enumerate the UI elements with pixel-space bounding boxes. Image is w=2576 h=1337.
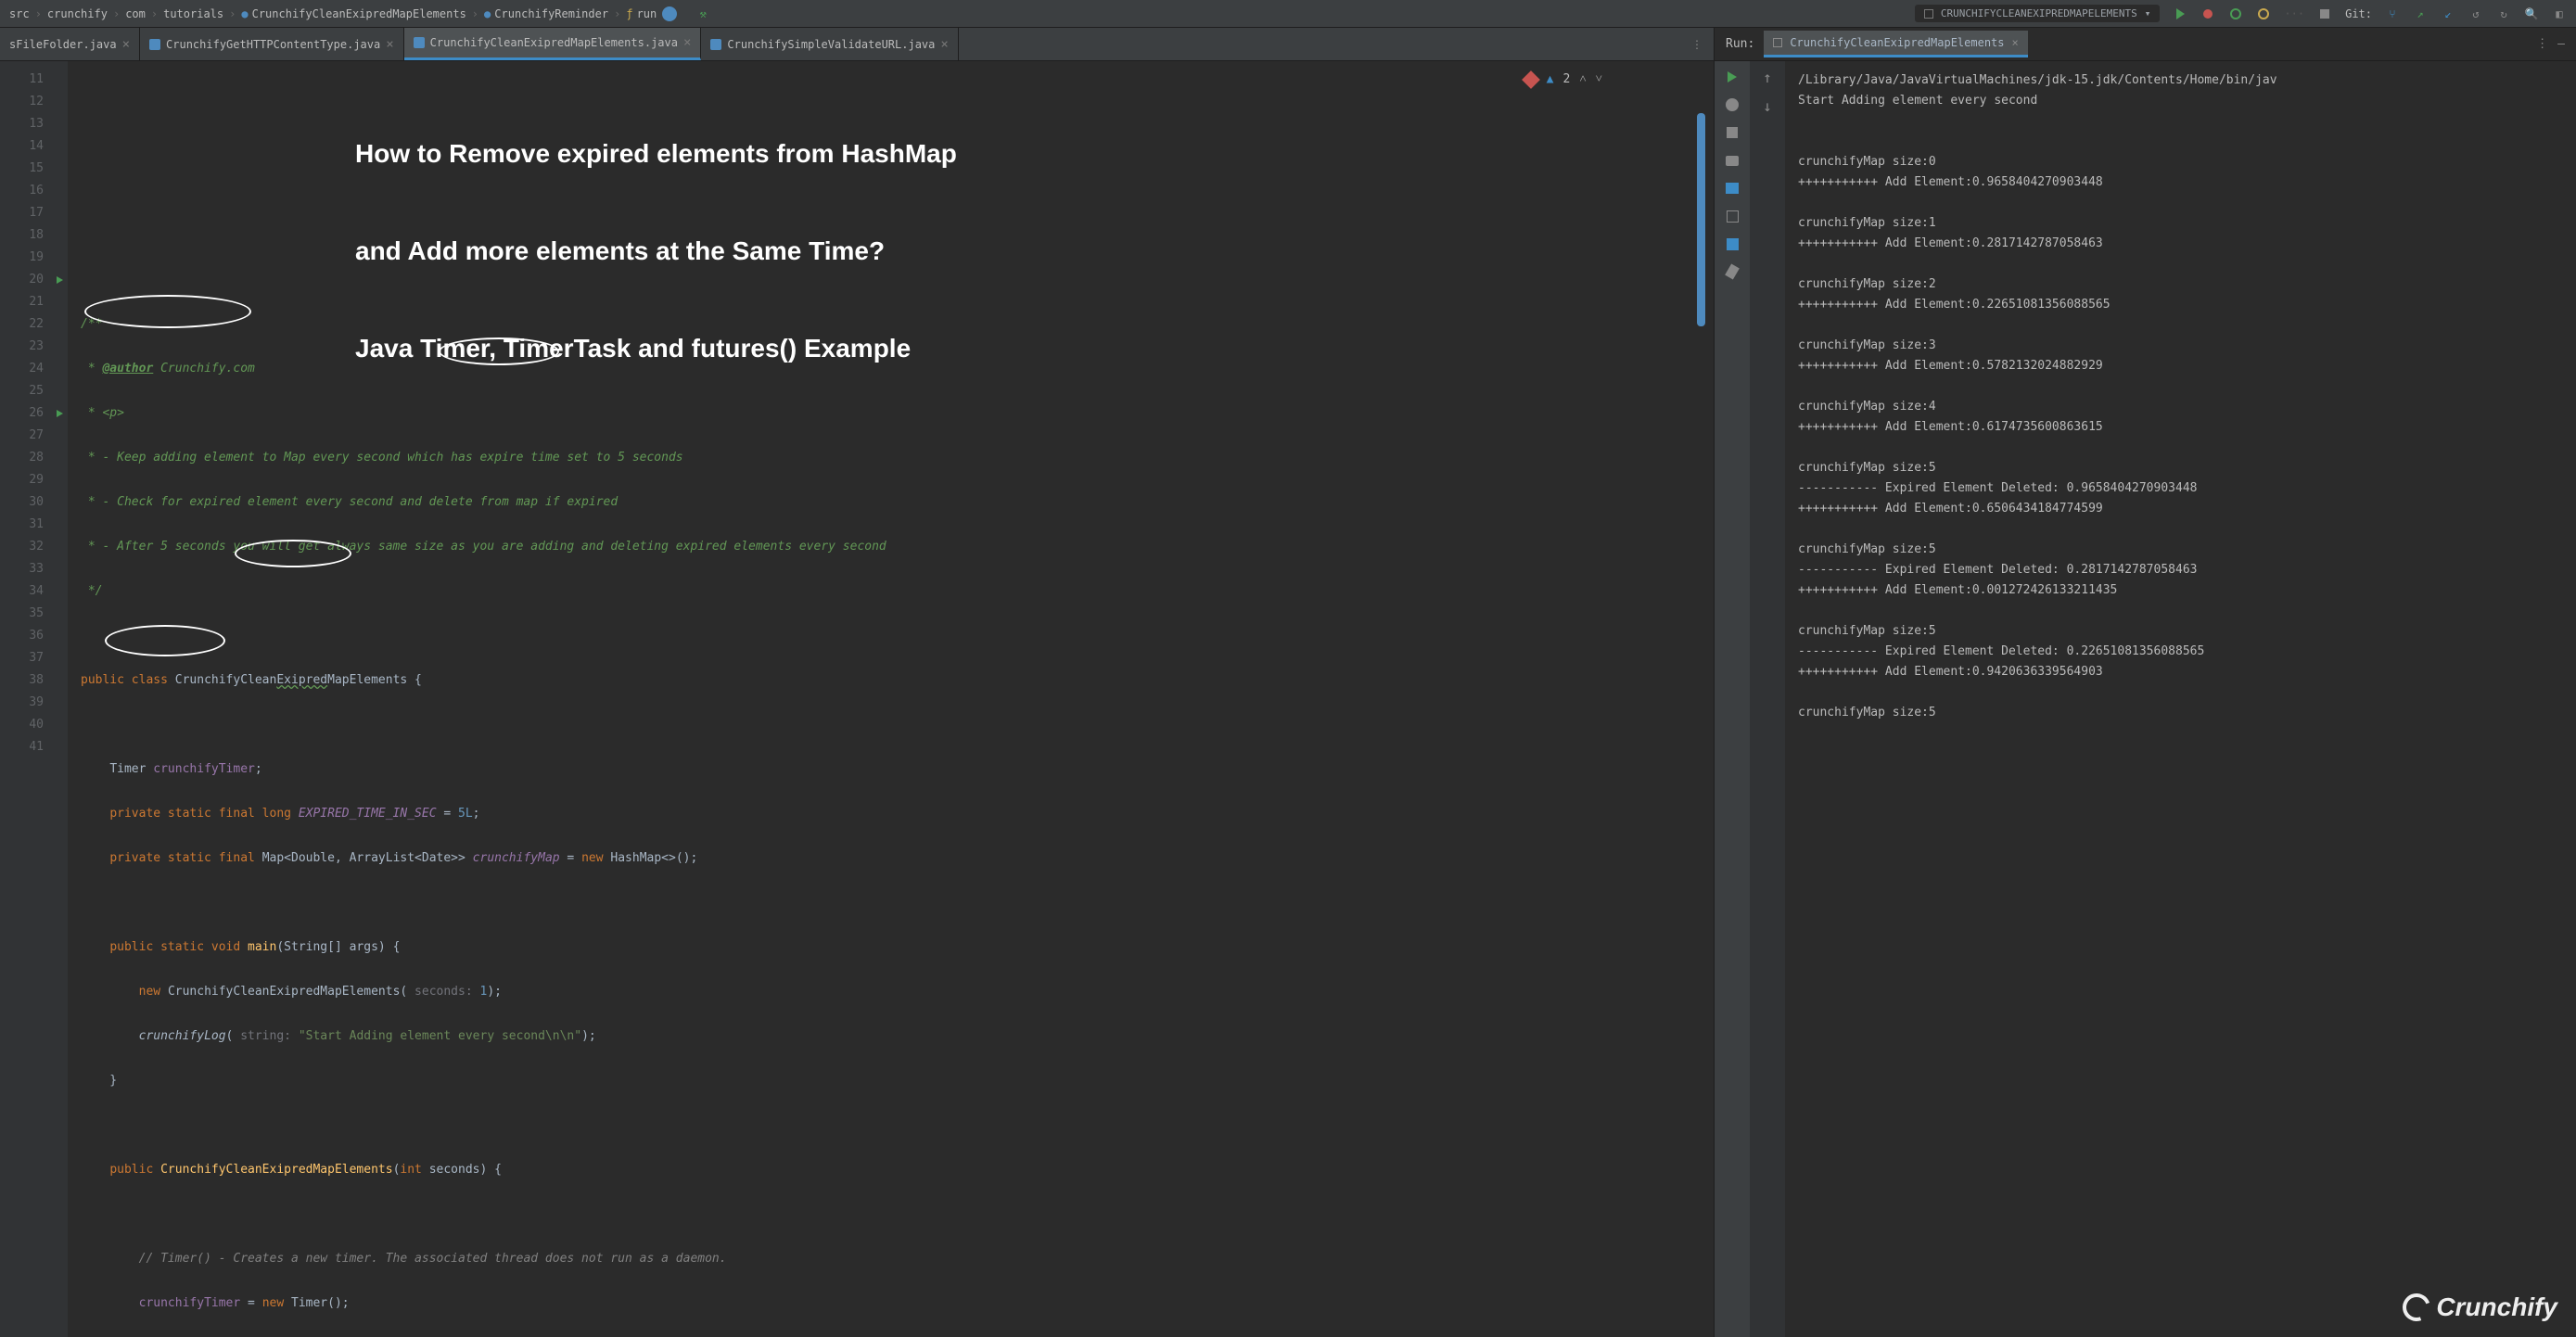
git-pull-icon[interactable]: ↙ [2441,6,2455,21]
run-label: Run: [1726,37,1754,51]
crumb[interactable]: src [9,7,30,20]
scrollbar[interactable] [1700,69,1702,371]
profile-button[interactable] [2256,6,2271,21]
java-file-icon [710,39,721,50]
line-gutter: 1112131415161718192021222324252627282930… [0,61,51,1337]
layout-button[interactable] [1724,236,1741,252]
run-tab[interactable]: CrunchifyCleanExipredMapElements × [1764,31,2027,57]
chevron-down-icon: ▾ [2145,7,2151,19]
history-icon[interactable]: ↺ [2468,6,2483,21]
rerun-button[interactable] [1724,69,1741,85]
crumb[interactable]: ● CrunchifyCleanExipredMapElements [241,7,465,20]
close-icon[interactable]: × [386,37,393,52]
down-icon[interactable]: ˅ [1596,69,1602,91]
crumb[interactable]: com [125,7,146,20]
debug-button[interactable] [2200,6,2215,21]
run-toolbar-left [1715,61,1750,1337]
tab[interactable]: CrunchifySimpleValidateURL.java× [701,28,958,60]
divider: ··· [2284,7,2304,20]
watermark: Crunchify [2403,1292,2557,1322]
breadcrumb: src› crunchify› com› tutorials› ● Crunch… [9,6,677,21]
stop-button[interactable] [1724,124,1741,141]
top-nav: src› crunchify› com› tutorials› ● Crunch… [0,0,2576,28]
settings-icon[interactable]: ◧ [2552,6,2567,21]
close-icon[interactable]: × [940,37,948,52]
git-push-icon[interactable]: ↗ [2413,6,2428,21]
java-file-icon [149,39,160,50]
crumb[interactable]: crunchify [47,7,108,20]
tab[interactable]: sFileFolder.java× [0,28,140,60]
annotation-circle [439,337,559,365]
minimize-icon[interactable]: — [2557,37,2565,51]
crumb[interactable]: ƒ run [626,7,657,20]
run-toolbar-right: ↑ ↓ [1750,61,1785,1337]
run-button[interactable] [2173,6,2187,21]
git-label: Git: [2345,7,2372,20]
settings-button[interactable] [1724,96,1741,113]
scroll-up-button[interactable]: ↑ [1763,69,1772,86]
up-icon[interactable]: ˄ [1579,69,1586,91]
close-icon[interactable]: × [2012,36,2019,49]
run-panel: Run: CrunchifyCleanExipredMapElements × … [1714,28,2576,1337]
code-editor[interactable]: 1112131415161718192021222324252627282930… [0,61,1714,1337]
tab[interactable]: CrunchifyGetHTTPContentType.java× [140,28,404,60]
annotation-circle [105,625,225,656]
close-icon[interactable]: × [683,35,691,50]
crumb[interactable]: ● CrunchifyReminder [484,7,608,20]
print-button[interactable] [1724,180,1741,197]
run-config-select[interactable]: CRUNCHIFYCLEANEXIPREDMAPELEMENTS ▾ [1915,5,2161,22]
stop-button[interactable] [2317,6,2332,21]
tabs-overflow[interactable]: ⋮ [1680,38,1714,51]
undo-icon[interactable]: ↻ [2496,6,2511,21]
git-branch-icon[interactable]: ⑂ [2385,6,2400,21]
editor-area: sFileFolder.java× CrunchifyGetHTTPConten… [0,28,1714,1337]
avatar-icon[interactable] [662,6,677,21]
wand-icon [1522,70,1540,89]
square-icon [1773,38,1782,47]
console-output[interactable]: /Library/Java/JavaVirtualMachines/jdk-15… [1785,61,2576,1337]
code-content[interactable]: ▲ 2 ˄ ˅ How to Remove expired elements f… [68,61,1714,1337]
annotation-circle [84,295,251,328]
java-file-icon [414,37,425,48]
find-indicator[interactable]: ▲ 2 ˄ ˅ [1524,69,1602,91]
close-icon[interactable]: × [122,37,130,52]
run-header: Run: CrunchifyCleanExipredMapElements × … [1715,28,2576,61]
build-icon[interactable]: ⚒ [695,6,710,21]
exit-button[interactable] [1724,208,1741,224]
pin-button[interactable] [1724,263,1741,280]
editor-tabs: sFileFolder.java× CrunchifyGetHTTPConten… [0,28,1714,61]
tab-active[interactable]: CrunchifyCleanExipredMapElements.java× [404,28,702,60]
overlay-title: How to Remove expired elements from Hash… [355,72,957,429]
screenshot-button[interactable] [1724,152,1741,169]
crunchify-logo-icon [2398,1289,2435,1326]
scroll-down-button[interactable]: ↓ [1763,97,1772,115]
settings-icon[interactable]: ⋮ [2536,37,2548,51]
crumb[interactable]: tutorials [163,7,223,20]
fold-column [51,61,68,1337]
search-icon[interactable]: 🔍 [2524,6,2539,21]
coverage-button[interactable] [2228,6,2243,21]
square-icon [1924,9,1933,19]
annotation-circle [235,540,351,567]
